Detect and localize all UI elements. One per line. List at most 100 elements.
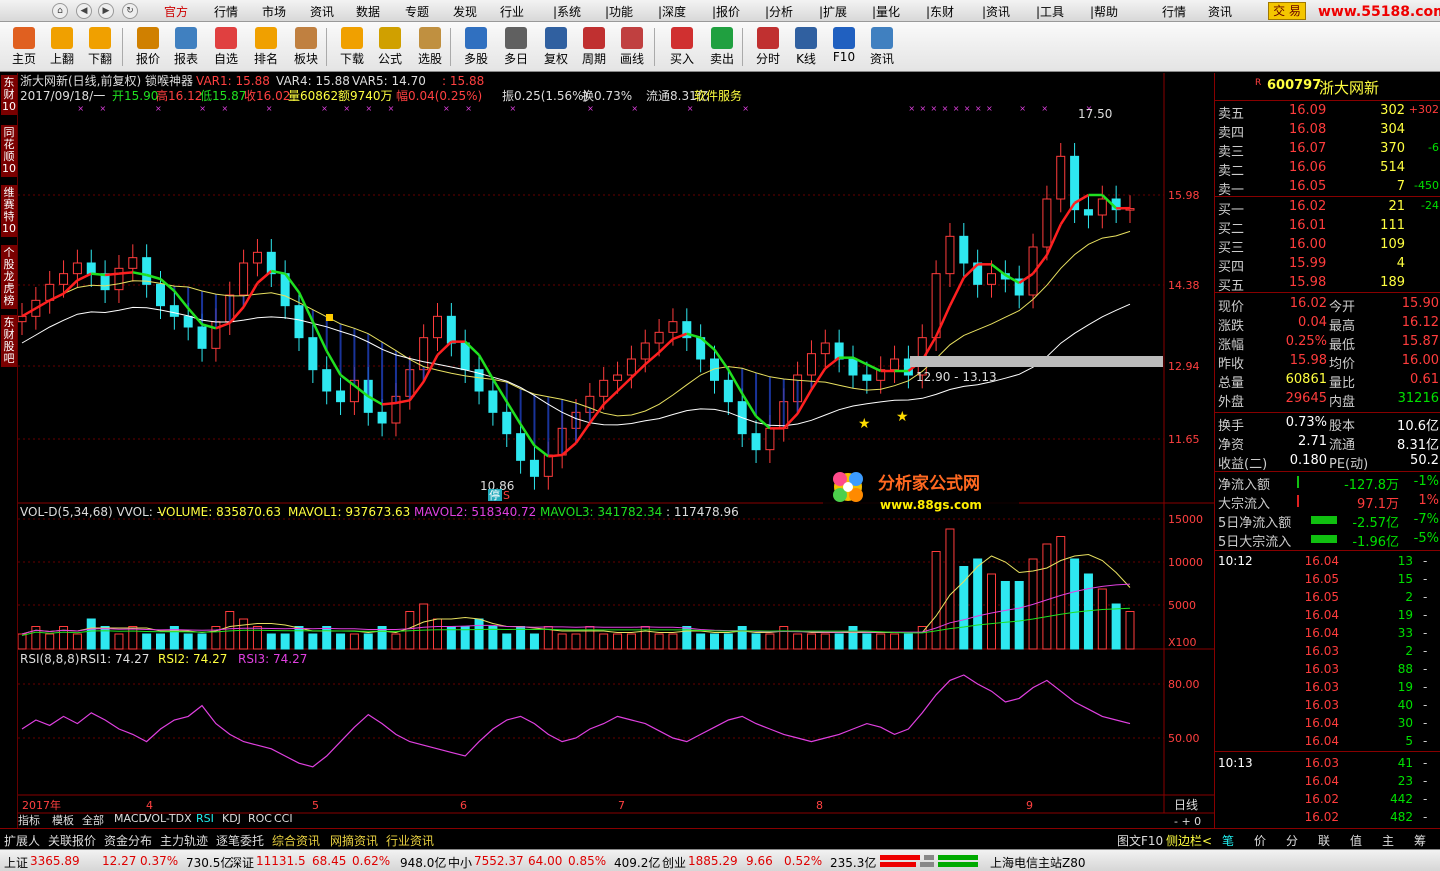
left-tab-tonghuashun[interactable]: 同花顺10: [1, 125, 17, 177]
bottom-tab-7[interactable]: 行业资讯: [386, 832, 434, 849]
chart-svg[interactable]: × × × × × × × × × × × × × × × × × × × × × × × × × × × × 浙大网新(日线,前复权…: [17, 73, 1214, 828]
quote-tab-0[interactable]: 笔: [1222, 832, 1234, 849]
indicator-tab-7[interactable]: ROC: [248, 812, 272, 825]
left-tab-longhubang[interactable]: 个股龙虎榜: [1, 245, 17, 309]
download-button[interactable]: 下载: [334, 25, 370, 69]
indicator-tab-1[interactable]: 模板: [52, 812, 74, 828]
home-nav-icon[interactable]: ⌂: [52, 3, 68, 19]
multi-stock-button[interactable]: 多股: [458, 25, 494, 69]
tuwen-f10-tab[interactable]: 图文F10: [1117, 832, 1163, 849]
formula-button[interactable]: 公式: [372, 25, 408, 69]
menu-item-18[interactable]: |帮助: [1090, 3, 1118, 20]
menu-item-3[interactable]: 资讯: [310, 3, 334, 20]
quote-tab-3[interactable]: 联: [1318, 832, 1330, 849]
quote-volume: 量60862: [288, 89, 338, 103]
watchlist-button[interactable]: 自选: [208, 25, 244, 69]
volume-bar: [294, 626, 304, 650]
buy-button[interactable]: 买入: [664, 25, 700, 69]
trade-button[interactable]: 交 易: [1268, 2, 1306, 20]
menu-item-2[interactable]: 市场: [262, 3, 286, 20]
stat-value-2: 15.90: [1401, 296, 1439, 311]
draw-line-button[interactable]: 画线: [614, 25, 650, 69]
menu-item-4[interactable]: 数据: [356, 3, 380, 20]
f10-button[interactable]: F10: [826, 25, 862, 69]
bottom-tab-1[interactable]: 关联报价: [48, 832, 96, 849]
server-name[interactable]: 上海电信主站Z80: [990, 854, 1086, 871]
zoom-controls[interactable]: - + 0: [1174, 815, 1201, 828]
rights-adjust-button[interactable]: 复权: [538, 25, 574, 69]
quote-tab-6[interactable]: 筹: [1414, 832, 1426, 849]
bottom-tab-0[interactable]: 扩展人: [4, 832, 40, 849]
news-button[interactable]: 资讯: [864, 25, 900, 69]
indicator-tab-5[interactable]: RSI: [196, 812, 214, 825]
volume-bar: [668, 633, 678, 650]
indicator-tab-2[interactable]: 全部: [82, 812, 104, 828]
menu-item-0[interactable]: 官方: [164, 3, 188, 20]
candle-body: [377, 411, 387, 424]
period-button[interactable]: 周期: [576, 25, 612, 69]
sell-button[interactable]: 卖出: [704, 25, 740, 69]
bottom-tab-2[interactable]: 资金分布: [104, 832, 152, 849]
kline-chart-area[interactable]: × × × × × × × × × × × × × × × × × × × × × × × × × × × × 浙大网新(日线,前复权…: [17, 73, 1214, 828]
menu-item-15[interactable]: |东财: [926, 3, 954, 20]
bottom-tab-5[interactable]: 综合资讯: [272, 832, 320, 849]
sector-button[interactable]: 板块: [288, 25, 324, 69]
menu-item-10[interactable]: |深度: [658, 3, 686, 20]
sidebar-toggle[interactable]: 侧边栏<: [1166, 832, 1212, 849]
menu-item-7[interactable]: 行业: [500, 3, 524, 20]
ask-label: 卖五: [1218, 107, 1245, 122]
menu-item-11[interactable]: |报价: [712, 3, 740, 20]
menu-item-1[interactable]: 行情: [214, 3, 238, 20]
indicator-tab-3[interactable]: MACD: [114, 812, 147, 825]
forward-nav-icon[interactable]: ▶: [98, 3, 114, 19]
left-tab-guba[interactable]: 东财股吧: [1, 315, 17, 367]
bottom-tab-4[interactable]: 逐笔委托: [216, 832, 264, 849]
x-label-4: 4: [146, 799, 153, 812]
home-button[interactable]: 主页: [6, 25, 42, 69]
stat-label: 涨幅: [1218, 338, 1245, 353]
menu-item-17[interactable]: |工具: [1036, 3, 1064, 20]
flow-row: 净流入额 -127.8万 -1%: [1215, 473, 1440, 493]
volume-bar: [557, 633, 567, 650]
menu-item-6[interactable]: 发现: [453, 3, 477, 20]
formula-label: 公式: [377, 52, 402, 66]
report-button[interactable]: 报表: [168, 25, 204, 69]
menu-item-14[interactable]: |量化: [872, 3, 900, 20]
volume-bar: [197, 633, 207, 650]
left-tab-weisaite[interactable]: 维赛特10: [1, 185, 17, 237]
menu-right-quote[interactable]: 行情: [1162, 3, 1186, 20]
menu-item-5[interactable]: 专题: [405, 3, 429, 20]
zx-pct: 0.85%: [568, 854, 607, 868]
back-nav-icon[interactable]: ◀: [76, 3, 92, 19]
bottom-tab-6[interactable]: 网摘资讯: [330, 832, 378, 849]
timeshare-button[interactable]: 分时: [750, 25, 786, 69]
menu-item-12[interactable]: |分析: [765, 3, 793, 20]
menu-item-13[interactable]: |扩展: [819, 3, 847, 20]
volume-bar: [737, 626, 747, 650]
quote-tab-2[interactable]: 分: [1286, 832, 1298, 849]
left-tab-dongcai[interactable]: 东财10: [1, 75, 17, 115]
bottom-tab-3[interactable]: 主力轨迹: [160, 832, 208, 849]
indicator-tab-8[interactable]: CCI: [274, 812, 293, 825]
indicator-tab-6[interactable]: KDJ: [222, 812, 241, 825]
page-down-button[interactable]: 下翻: [82, 25, 118, 69]
quote-tab-5[interactable]: 主: [1382, 832, 1394, 849]
indicator-tab-4[interactable]: VOL-TDX: [144, 812, 192, 825]
stock-picker-button[interactable]: 选股: [412, 25, 448, 69]
kline-button[interactable]: K线: [788, 25, 824, 69]
menu-right-news[interactable]: 资讯: [1208, 3, 1232, 20]
quote-button[interactable]: 报价: [130, 25, 166, 69]
candle-body: [446, 315, 456, 344]
menu-item-16[interactable]: |资讯: [982, 3, 1010, 20]
menu-item-9[interactable]: |功能: [605, 3, 633, 20]
page-up-button[interactable]: 上翻: [44, 25, 80, 69]
indicator-tab-0[interactable]: 指标: [18, 812, 40, 828]
zx-change: 64.00: [528, 854, 563, 868]
quote-tab-1[interactable]: 价: [1254, 832, 1266, 849]
quote-tab-4[interactable]: 值: [1350, 832, 1362, 849]
refresh-nav-icon[interactable]: ↻: [122, 3, 138, 19]
menu-item-8[interactable]: |系统: [553, 3, 581, 20]
zx-label: 中小: [448, 856, 473, 870]
multi-day-button[interactable]: 多日: [498, 25, 534, 69]
rank-button[interactable]: 排名: [248, 25, 284, 69]
